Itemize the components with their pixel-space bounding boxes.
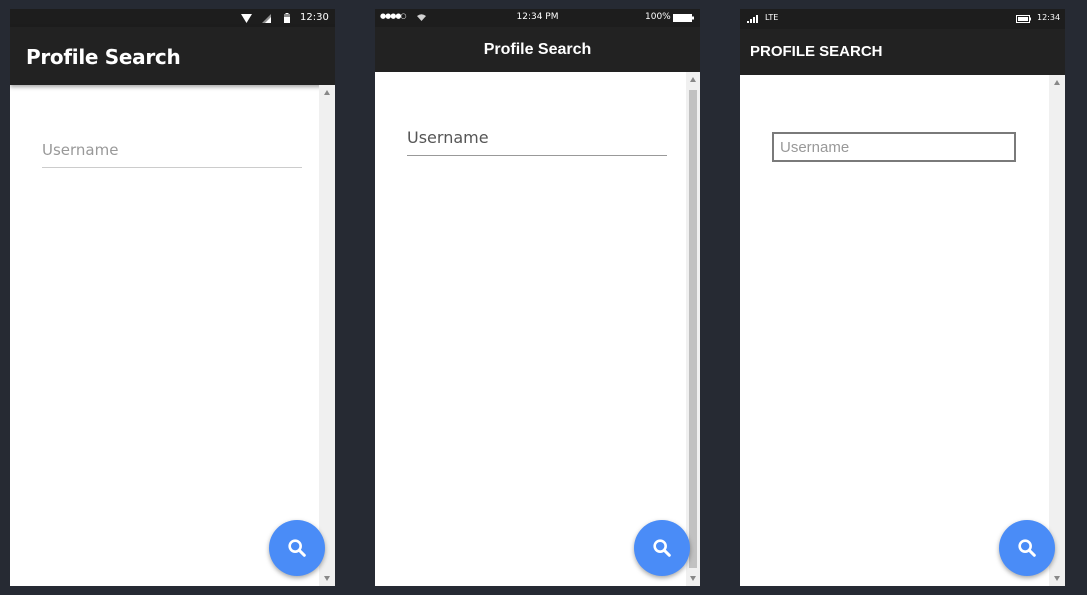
status-time: 12:30: [300, 12, 329, 23]
ios-nav-bar: Profile Search: [375, 27, 700, 72]
scroll-up-arrow[interactable]: [690, 77, 696, 82]
battery-icon: [1016, 15, 1031, 23]
signal-icon: [262, 14, 271, 23]
scrollbar[interactable]: [319, 85, 335, 586]
scroll-thumb[interactable]: [689, 90, 697, 568]
username-input[interactable]: [772, 132, 1016, 162]
scroll-down-arrow[interactable]: [324, 576, 330, 581]
network-type: LTE: [765, 13, 779, 22]
scroll-up-arrow[interactable]: [1054, 80, 1060, 85]
scrollbar[interactable]: [1049, 75, 1065, 586]
wifi-icon: [241, 14, 252, 23]
android-phone: 12:30 Profile Search: [10, 9, 335, 586]
username-input[interactable]: [407, 124, 667, 155]
battery-icon: [284, 13, 290, 23]
ios-phone: ●●●●○ 12:34 PM 100% Profile Search: [375, 9, 700, 586]
windows-title-bar: PROFILE SEARCH: [740, 29, 1065, 75]
android-status-bar: 12:30: [10, 9, 335, 27]
battery-percent: 100%: [645, 12, 671, 22]
status-time: 12:34: [1037, 13, 1061, 22]
page-title: Profile Search: [26, 45, 181, 69]
page-title: Profile Search: [483, 41, 592, 58]
signal-icon: [747, 15, 758, 23]
android-app-bar: Profile Search: [10, 27, 335, 85]
username-input[interactable]: [42, 137, 302, 167]
search-icon: [1018, 539, 1036, 557]
windows-status-bar: LTE 12:34: [740, 9, 1065, 29]
ios-status-bar: ●●●●○ 12:34 PM 100%: [375, 9, 700, 27]
search-icon: [653, 539, 671, 557]
page-title: PROFILE SEARCH: [750, 43, 883, 60]
username-field-wrapper: [407, 124, 667, 156]
scroll-down-arrow[interactable]: [690, 576, 696, 581]
search-button[interactable]: [999, 520, 1055, 576]
scroll-down-arrow[interactable]: [1054, 576, 1060, 581]
windows-phone: LTE 12:34 PROFILE SEARCH: [740, 9, 1065, 586]
username-field-wrapper: [42, 137, 302, 168]
search-button[interactable]: [269, 520, 325, 576]
search-icon: [288, 539, 306, 557]
scrollbar[interactable]: [686, 72, 700, 586]
scroll-up-arrow[interactable]: [324, 90, 330, 95]
search-button[interactable]: [634, 520, 690, 576]
battery-icon: [673, 14, 694, 22]
